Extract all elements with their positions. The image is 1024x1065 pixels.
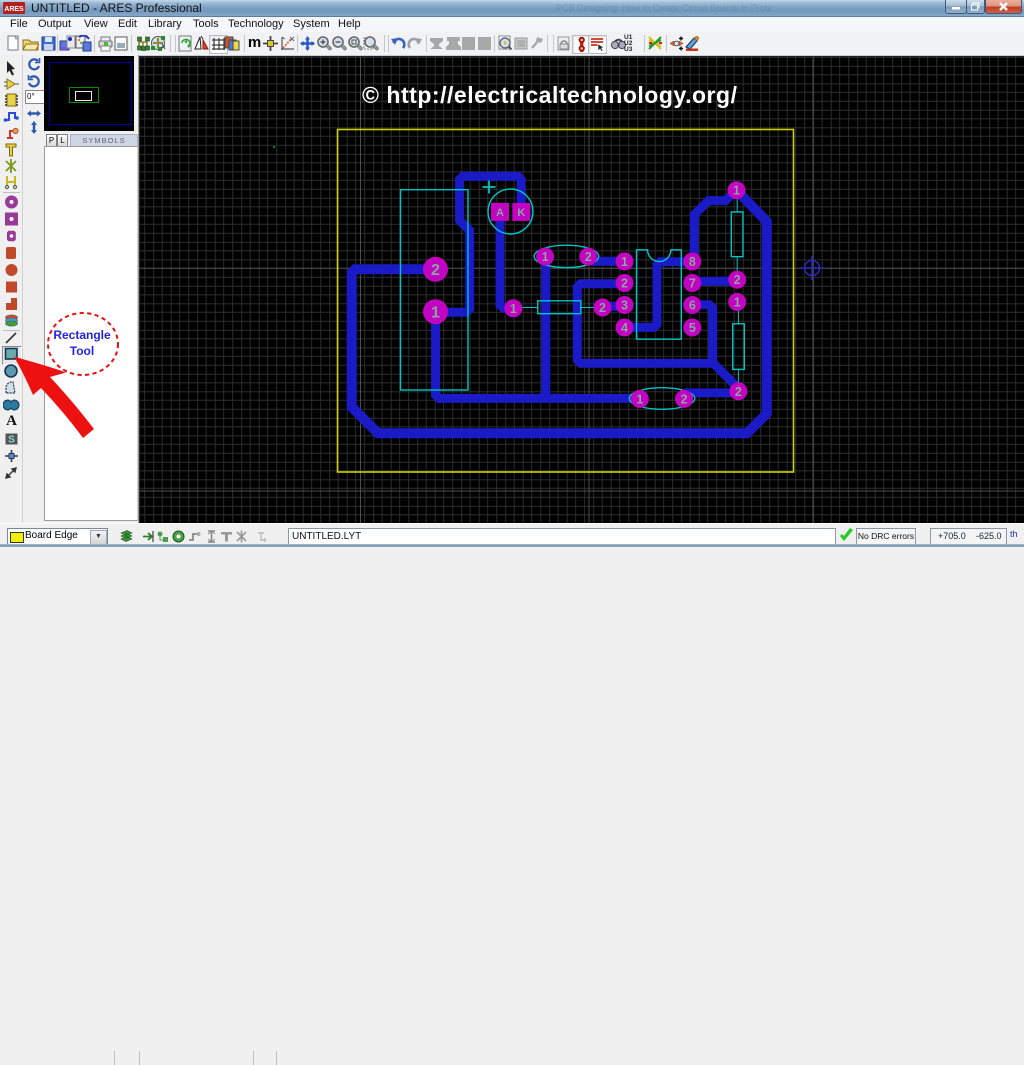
svg-text:A: A <box>496 207 504 219</box>
svg-text:K: K <box>517 207 525 219</box>
svg-text:2: 2 <box>585 250 592 264</box>
svg-text:1: 1 <box>734 295 741 309</box>
svg-text:1: 1 <box>621 255 628 269</box>
svg-text:1: 1 <box>510 302 517 316</box>
svg-text:2: 2 <box>599 301 606 315</box>
svg-text:1: 1 <box>431 305 440 322</box>
svg-text:© http://electricaltechnology.: © http://electricaltechnology.org/ <box>362 82 738 108</box>
svg-text:3: 3 <box>621 299 628 313</box>
svg-text:1: 1 <box>542 250 549 264</box>
svg-text:6: 6 <box>689 299 696 313</box>
svg-text:2: 2 <box>431 262 440 279</box>
svg-text:1: 1 <box>733 184 740 198</box>
svg-text:ARES: ARES <box>4 6 24 13</box>
svg-text:2: 2 <box>621 277 628 291</box>
svg-text:2: 2 <box>681 392 688 406</box>
svg-text:7: 7 <box>689 277 696 291</box>
svg-text:1: 1 <box>636 392 643 406</box>
svg-text:5: 5 <box>689 321 696 335</box>
svg-text:4: 4 <box>621 321 628 335</box>
svg-text:2: 2 <box>735 385 742 399</box>
svg-text:2: 2 <box>734 273 741 287</box>
svg-text:8: 8 <box>689 255 696 269</box>
